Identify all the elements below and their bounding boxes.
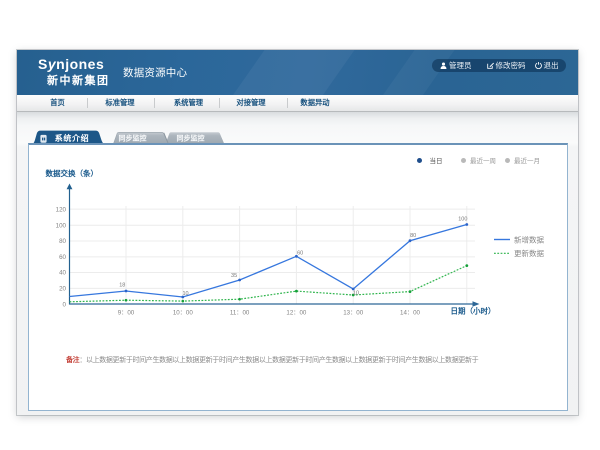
svg-text:80: 80	[59, 238, 66, 245]
svg-text:40: 40	[59, 270, 66, 277]
svg-text:新增数据: 新增数据	[514, 234, 544, 244]
svg-text:同步监控: 同步监控	[119, 133, 147, 142]
svg-text:0: 0	[63, 302, 67, 309]
svg-text:120: 120	[56, 206, 67, 213]
svg-text:10: 10	[353, 290, 359, 296]
svg-text:10: 10	[182, 291, 188, 297]
svg-text:9：00: 9：00	[118, 309, 135, 316]
svg-text:系统介绍: 系统介绍	[55, 133, 89, 143]
svg-text:同步监控: 同步监控	[177, 133, 205, 142]
svg-text:日期（小时）: 日期（小时）	[451, 305, 496, 315]
svg-text:100: 100	[458, 216, 467, 222]
svg-text:18: 18	[119, 282, 125, 288]
svg-text:更新数据: 更新数据	[514, 248, 544, 258]
svg-text:14：00: 14：00	[400, 309, 421, 316]
svg-text:20: 20	[59, 285, 66, 292]
svg-text:11：00: 11：00	[230, 309, 250, 316]
svg-text:100: 100	[56, 222, 67, 229]
svg-text:13：00: 13：00	[343, 309, 364, 316]
svg-text:12：00: 12：00	[286, 309, 307, 316]
svg-text:10：00: 10：00	[173, 309, 194, 316]
svg-text:35: 35	[231, 273, 237, 279]
svg-text:80: 80	[410, 233, 416, 239]
svg-text:60: 60	[59, 254, 66, 261]
svg-text:60: 60	[297, 250, 303, 256]
svg-text:数据交换（条）: 数据交换（条）	[46, 168, 99, 178]
